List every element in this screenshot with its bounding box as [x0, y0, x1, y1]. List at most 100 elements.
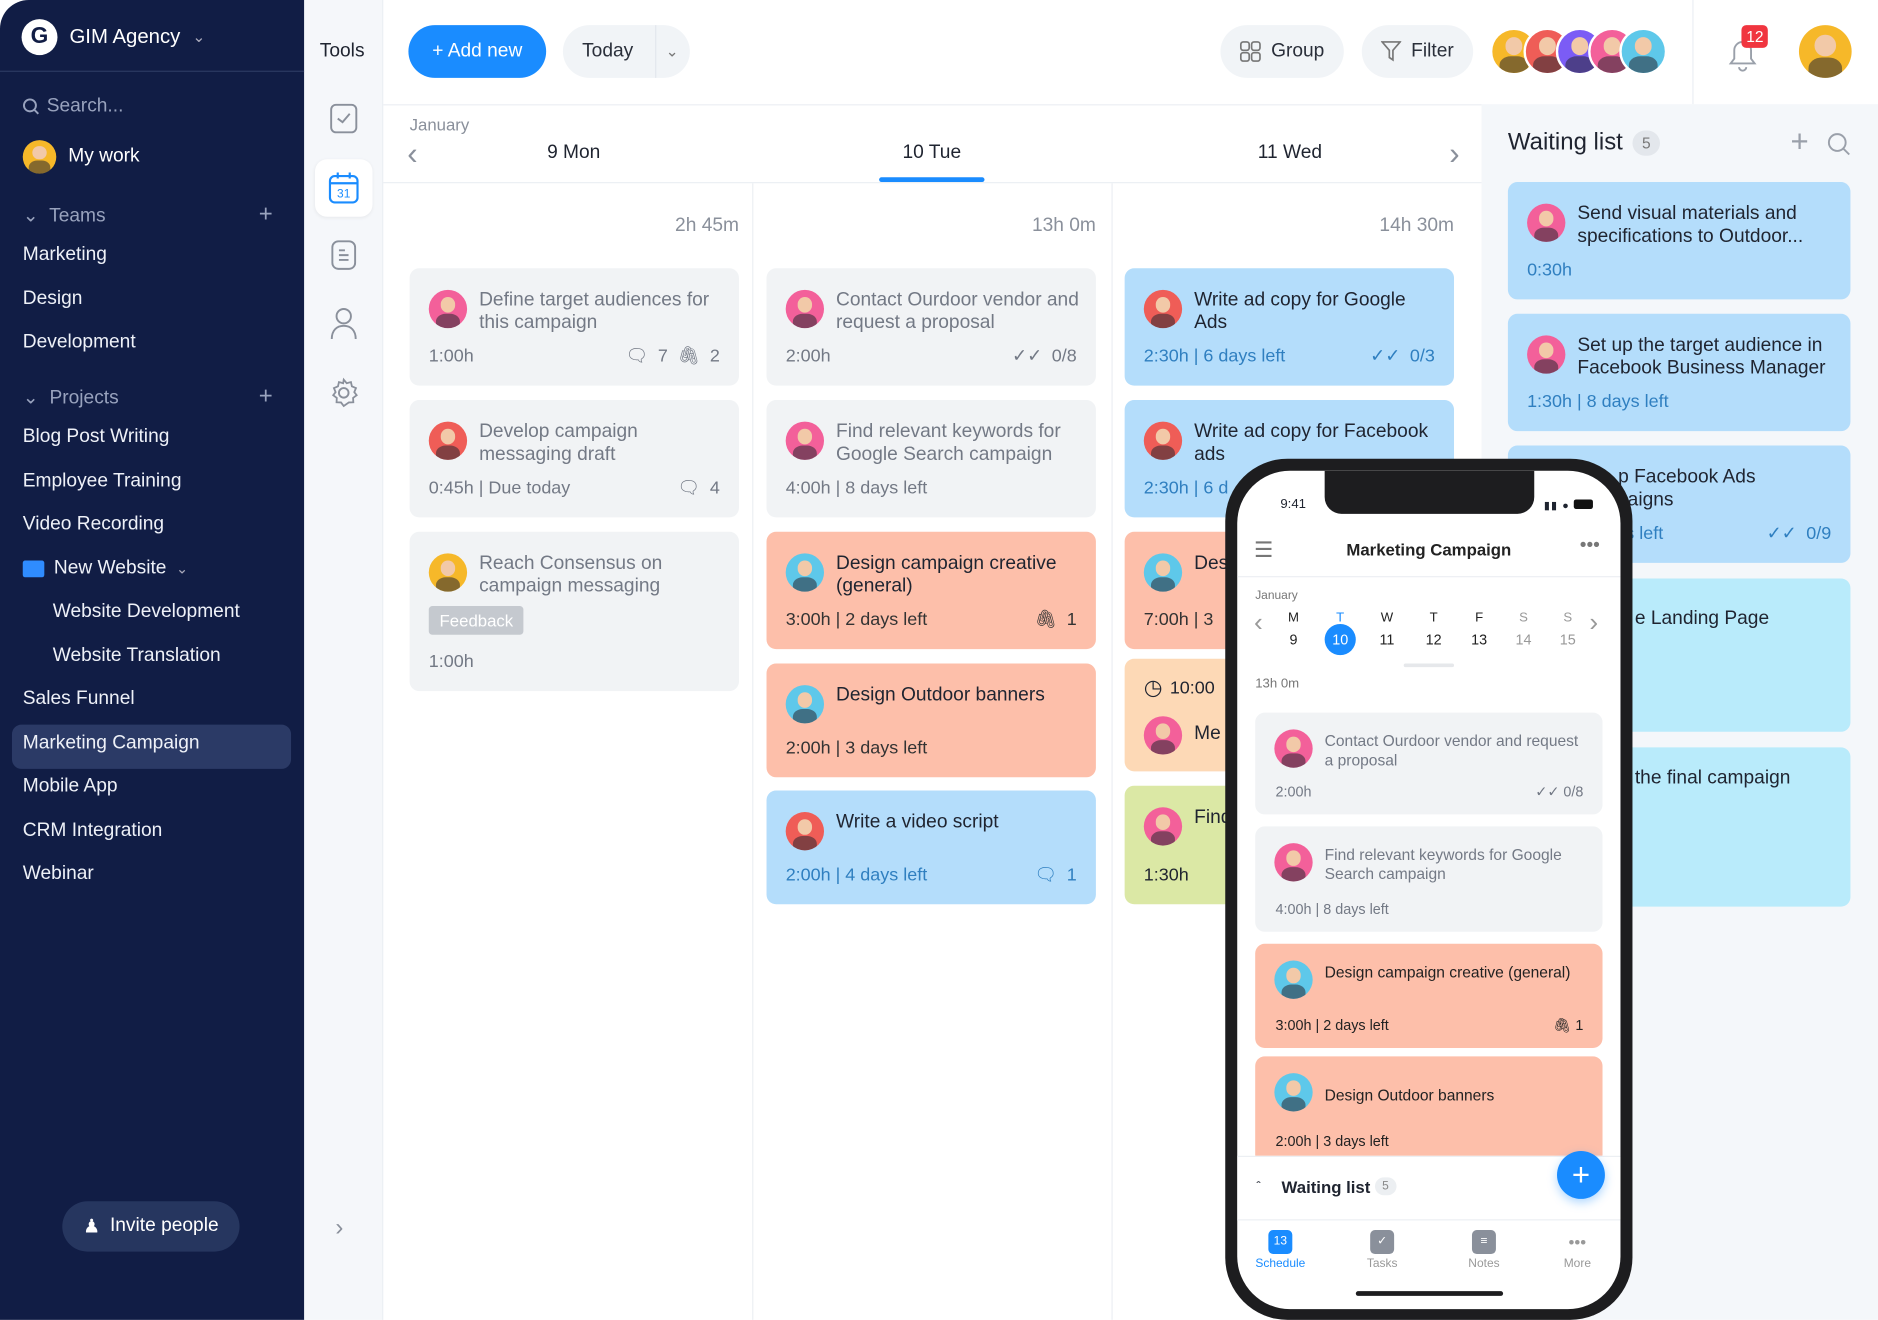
checklist-icon: ✓✓ — [1012, 346, 1043, 367]
task-card[interactable]: Define target audiences for this campaig… — [409, 268, 739, 386]
day-tab-1[interactable]: 10 Tue — [812, 143, 1052, 165]
sidebar-folder-new-website[interactable]: New Website ⌄ — [22, 558, 188, 580]
prev-arrow-icon[interactable]: ‹ — [407, 135, 417, 172]
task-card[interactable]: Write a video script 2:00h | 4 days left 🗨… — [766, 790, 1096, 905]
tab-schedule[interactable]: 13 Schedule — [1244, 1230, 1316, 1271]
avatar — [1143, 716, 1183, 755]
comment-icon: 🗨︎ — [1034, 864, 1058, 886]
sidebar-project-item[interactable]: Marketing Campaign — [23, 732, 200, 754]
task-card[interactable]: Design Outdoor banners 2:00h | 3 days lef… — [766, 663, 1096, 778]
next-week-icon[interactable]: › — [1589, 607, 1598, 638]
sidebar-team-item[interactable]: Development — [23, 332, 136, 354]
week-day-10[interactable]: 10 — [1324, 624, 1356, 656]
day-total: 13h 0m — [1031, 215, 1096, 236]
week-day-9[interactable]: 9 — [1278, 624, 1309, 655]
drag-handle[interactable] — [1403, 663, 1455, 668]
tab-more[interactable]: ••• More — [1541, 1230, 1613, 1270]
phone-mockup: 9:41 ▮▮ ● ☰ Marketing Campaign ••• Janua… — [1225, 458, 1633, 1320]
task-card[interactable]: Find relevant keywords for Google Search… — [1255, 826, 1603, 932]
filter-icon — [1381, 41, 1402, 62]
settings-tool[interactable] — [315, 364, 372, 421]
day-tab-0[interactable]: 9 Mon — [454, 143, 694, 165]
sidebar-subproject-item[interactable]: Website Development — [53, 601, 240, 623]
task-card[interactable]: Design Outdoor banners 2:00h | 3 days lef… — [1255, 1056, 1603, 1165]
tools-panel: Tools 31 › — [304, 0, 384, 1320]
avatar — [1527, 335, 1566, 374]
sidebar-project-item[interactable]: Video Recording — [23, 514, 164, 536]
waiting-card[interactable]: Send visual materials and specifications… — [1507, 182, 1851, 300]
prev-week-icon[interactable]: ‹ — [1254, 607, 1263, 638]
add-project-button[interactable]: + — [259, 383, 273, 411]
workspace-switcher[interactable]: G GIM Agency ⌄ — [21, 19, 205, 56]
sidebar-team-item[interactable]: Marketing — [23, 244, 107, 266]
week-day-15[interactable]: 15 — [1552, 624, 1583, 655]
teams-header[interactable]: ⌄ Teams — [23, 204, 106, 228]
avatar — [1143, 553, 1183, 592]
my-work[interactable]: My work — [22, 140, 140, 174]
task-card[interactable]: Contact Ourdoor vendor and request a pro… — [1255, 712, 1603, 815]
task-card[interactable]: Design campaign creative (general) 3:00h … — [766, 531, 1096, 650]
notifications-button[interactable]: 12 — [1726, 25, 1769, 78]
avatar — [1274, 729, 1313, 768]
user-avatar[interactable] — [1798, 25, 1852, 78]
invite-people-button[interactable]: ♟ Invite people — [62, 1201, 240, 1252]
filter-button[interactable]: Filter — [1361, 25, 1474, 78]
sidebar-project-item[interactable]: CRM Integration — [23, 820, 163, 842]
week-day-11[interactable]: 11 — [1371, 624, 1402, 655]
task-card[interactable]: Find relevant keywords for Google Search… — [766, 400, 1096, 518]
add-team-button[interactable]: + — [259, 201, 273, 229]
sidebar-subproject-item[interactable]: Website Translation — [53, 645, 221, 667]
week-day-12[interactable]: 12 — [1418, 624, 1449, 655]
add-icon[interactable]: + — [1791, 123, 1809, 160]
sidebar-project-item[interactable]: Webinar — [23, 864, 94, 886]
task-card[interactable]: Develop campaign messaging draft 0:45h | … — [409, 400, 739, 518]
avatar — [22, 140, 57, 174]
paperclip-icon: 🖇︎ — [1034, 609, 1058, 630]
tasks-tool[interactable] — [315, 90, 372, 147]
avatar — [785, 289, 825, 329]
next-arrow-icon[interactable]: › — [1449, 135, 1459, 172]
tab-tasks[interactable]: ✓ Tasks — [1346, 1230, 1418, 1271]
people-tool[interactable] — [315, 295, 372, 352]
avatar — [1143, 807, 1183, 846]
search-input[interactable]: Search... — [22, 96, 123, 118]
more-icon[interactable]: ••• — [1580, 535, 1600, 557]
task-card[interactable]: Write ad copy for Google Ads 2:30h | 6 da… — [1124, 268, 1455, 386]
workspace-name: GIM Agency — [69, 25, 181, 48]
add-fab[interactable]: + — [1557, 1150, 1605, 1199]
count-badge: 5 — [1632, 130, 1661, 156]
week-day-13[interactable]: 13 — [1464, 624, 1495, 655]
week-day-14[interactable]: 14 — [1508, 624, 1539, 655]
tab-notes[interactable]: ≡ Notes — [1448, 1230, 1520, 1271]
waiting-card[interactable]: Set up the target audience in Facebook B… — [1507, 313, 1851, 432]
task-card[interactable]: Reach Consensus on campaign messaging Fee… — [409, 531, 739, 692]
divider — [383, 182, 1482, 184]
sidebar-project-item[interactable]: Mobile App — [23, 776, 118, 798]
task-card[interactable]: Design campaign creative (general) 3:00h … — [1255, 943, 1603, 1048]
grid-icon — [1240, 41, 1262, 62]
day-total: 13h 0m — [1255, 676, 1300, 692]
add-new-button[interactable]: + Add new — [408, 25, 547, 78]
group-button[interactable]: Group — [1220, 25, 1344, 78]
calendar-icon: 31 — [328, 172, 359, 204]
calendar-tool[interactable]: 31 — [314, 159, 373, 217]
clock-icon: ◷ — [1143, 675, 1163, 700]
expand-chevron-icon[interactable]: › — [335, 1214, 343, 1242]
people-icon — [330, 308, 357, 339]
avatar — [785, 553, 825, 592]
today-dropdown[interactable]: Today ⌄ — [562, 25, 690, 78]
chevron-down-icon: ⌄ — [665, 41, 679, 60]
column-separator — [752, 183, 754, 1320]
search-icon — [22, 98, 40, 115]
task-card[interactable]: Contact Ourdoor vendor and request a pro… — [766, 268, 1096, 386]
active-day-indicator — [879, 177, 985, 183]
search-icon[interactable] — [1826, 132, 1850, 156]
sidebar-project-item[interactable]: Sales Funnel — [23, 689, 135, 711]
divider — [1237, 576, 1621, 578]
day-tab-2[interactable]: 11 Wed — [1170, 143, 1410, 165]
projects-header[interactable]: ⌄ Projects — [23, 386, 119, 410]
sidebar-team-item[interactable]: Design — [23, 288, 83, 310]
sidebar-project-item[interactable]: Employee Training — [23, 470, 182, 492]
notes-tool[interactable] — [315, 226, 372, 283]
sidebar-project-item[interactable]: Blog Post Writing — [23, 426, 170, 448]
